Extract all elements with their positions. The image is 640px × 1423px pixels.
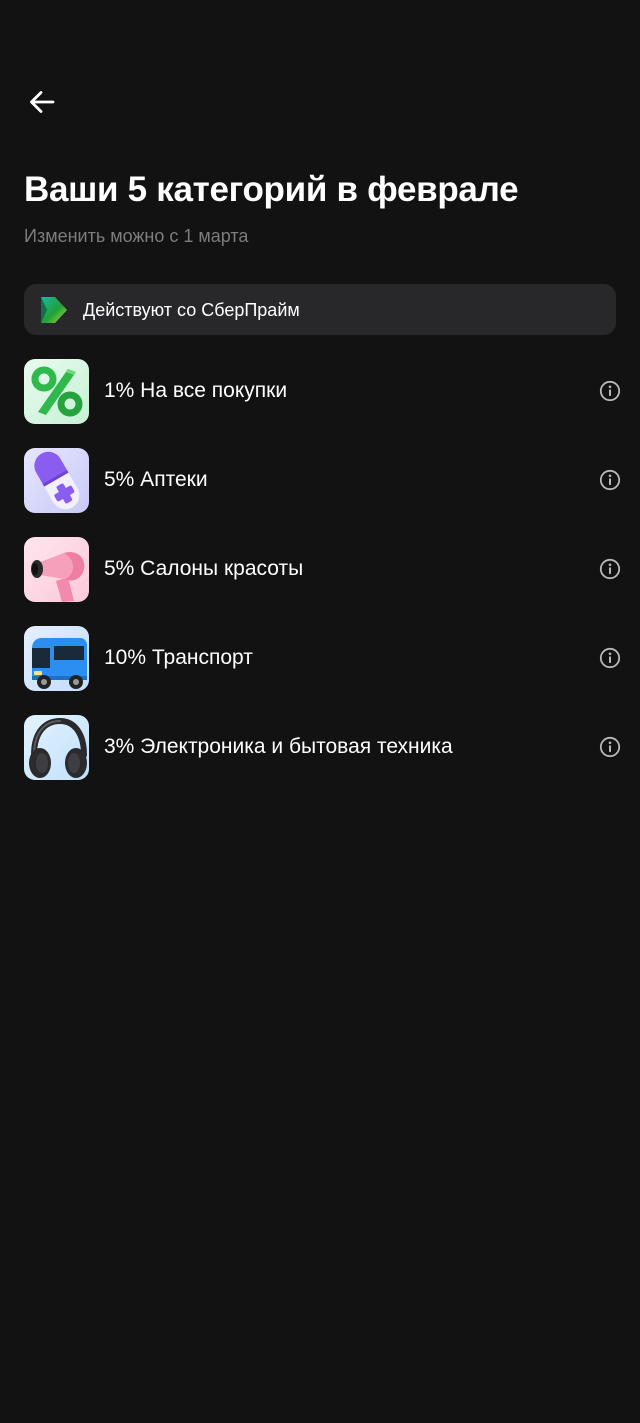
sberprime-logo-icon [41,296,67,323]
category-info-button[interactable] [598,646,622,670]
page-subtitle: Изменить можно с 1 марта [24,226,249,246]
category-item-all-purchases[interactable]: 1% На все покупки [24,358,622,424]
info-icon [599,736,621,758]
category-list: 1% На все покупки 5% Аптеки 5% Салоны кр… [24,358,622,803]
info-icon [599,558,621,580]
sberprime-banner-text: Действуют со СберПрайм [83,299,300,320]
percent-icon [24,358,89,424]
category-info-button[interactable] [598,379,622,403]
category-info-button[interactable] [598,557,622,581]
hair-dryer-icon [24,536,89,602]
category-label: 3% Электроника и бытовая техника [104,735,453,758]
category-item-pharmacies[interactable]: 5% Аптеки [24,447,622,513]
category-info-button[interactable] [598,468,622,492]
category-label: 10% Транспорт [104,646,253,669]
category-info-button[interactable] [598,735,622,759]
category-item-transport[interactable]: 10% Транспорт [24,625,622,691]
back-button[interactable] [22,84,62,120]
page-title: Ваши 5 категорий в феврале [24,170,519,209]
category-item-electronics[interactable]: 3% Электроника и бытовая техника [24,714,622,780]
pill-capsule-icon [24,447,89,513]
arrow-left-icon [30,91,55,113]
category-label: 5% Салоны красоты [104,557,304,580]
category-label: 5% Аптеки [104,468,208,491]
info-icon [599,647,621,669]
headphones-icon [24,714,89,780]
sberprime-banner: Действуют со СберПрайм [24,284,616,335]
bus-icon [24,625,89,691]
info-icon [599,380,621,402]
category-label: 1% На все покупки [104,379,288,402]
info-icon [599,469,621,491]
category-item-beauty-salons[interactable]: 5% Салоны красоты [24,536,622,602]
